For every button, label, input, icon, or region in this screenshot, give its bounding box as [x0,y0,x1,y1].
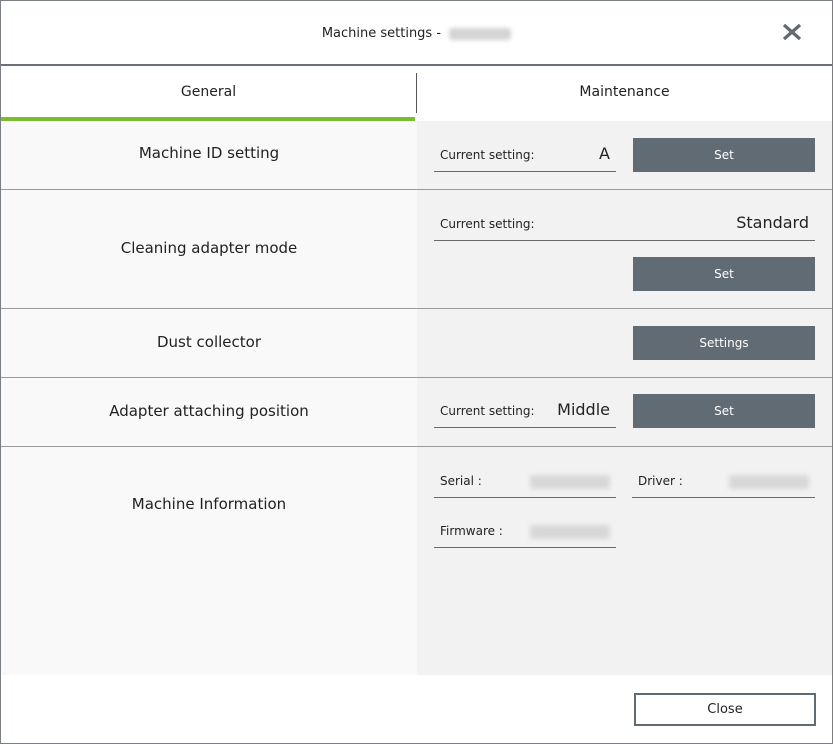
tab-general-label: General [180,84,237,100]
dialog-title-text: Machine settings - [321,26,442,41]
current-setting-label: Current setting: [440,404,535,418]
machine-id-current-field: Current setting: A [434,138,616,172]
close-x-icon[interactable] [779,19,805,45]
settings-panel: Machine ID setting Current setting: A Se… [1,121,832,675]
machine-information-label: Machine Information [131,495,287,513]
cleaning-adapter-set-button[interactable]: Set [633,257,815,291]
firmware-label: Firmware : [440,524,503,538]
row-machine-information: Machine Information Serial : Driver : Fi… [1,447,832,675]
dust-collector-label: Dust collector [157,333,261,351]
serial-value-redacted [530,475,610,489]
adapter-position-current-field: Current setting: Middle [434,394,616,428]
driver-value-redacted [729,475,809,489]
driver-label: Driver : [638,474,683,488]
dialog-title: Machine settings - [1,26,832,41]
driver-field: Driver : [632,464,815,498]
machine-id-value: A [599,144,610,163]
cleaning-adapter-mode-label: Cleaning adapter mode [120,239,298,257]
row-machine-id: Machine ID setting Current setting: A Se… [1,121,832,190]
serial-field: Serial : [434,464,616,498]
row-dust-collector: Dust collector Settings [1,309,832,378]
tab-maintenance-label: Maintenance [579,84,670,100]
redacted-machine-name [449,27,512,40]
machine-id-set-button[interactable]: Set [633,138,815,172]
row-cleaning-adapter-mode: Cleaning adapter mode Current setting: S… [1,190,832,309]
adapter-position-value: Middle [557,400,610,419]
adapter-position-label: Adapter attaching position [109,402,309,420]
current-setting-label: Current setting: [440,217,535,231]
adapter-position-set-button[interactable]: Set [633,394,815,428]
tab-general[interactable]: General [1,66,416,121]
serial-label: Serial : [440,474,482,488]
current-setting-label: Current setting: [440,148,535,162]
row-adapter-attaching-position: Adapter attaching position Current setti… [1,378,832,447]
tab-maintenance[interactable]: Maintenance [417,66,832,121]
dust-collector-settings-button[interactable]: Settings [633,326,815,360]
firmware-value-redacted [530,525,610,539]
machine-settings-dialog: Machine settings - General Maintenance M… [0,0,833,744]
tab-bar: General Maintenance [1,66,832,121]
machine-id-label: Machine ID setting [138,144,280,162]
cleaning-adapter-current-field: Current setting: Standard [434,207,815,241]
close-button[interactable]: Close [634,693,816,726]
title-bar: Machine settings - [1,1,832,66]
firmware-field: Firmware : [434,514,616,548]
cleaning-adapter-value: Standard [736,213,809,232]
